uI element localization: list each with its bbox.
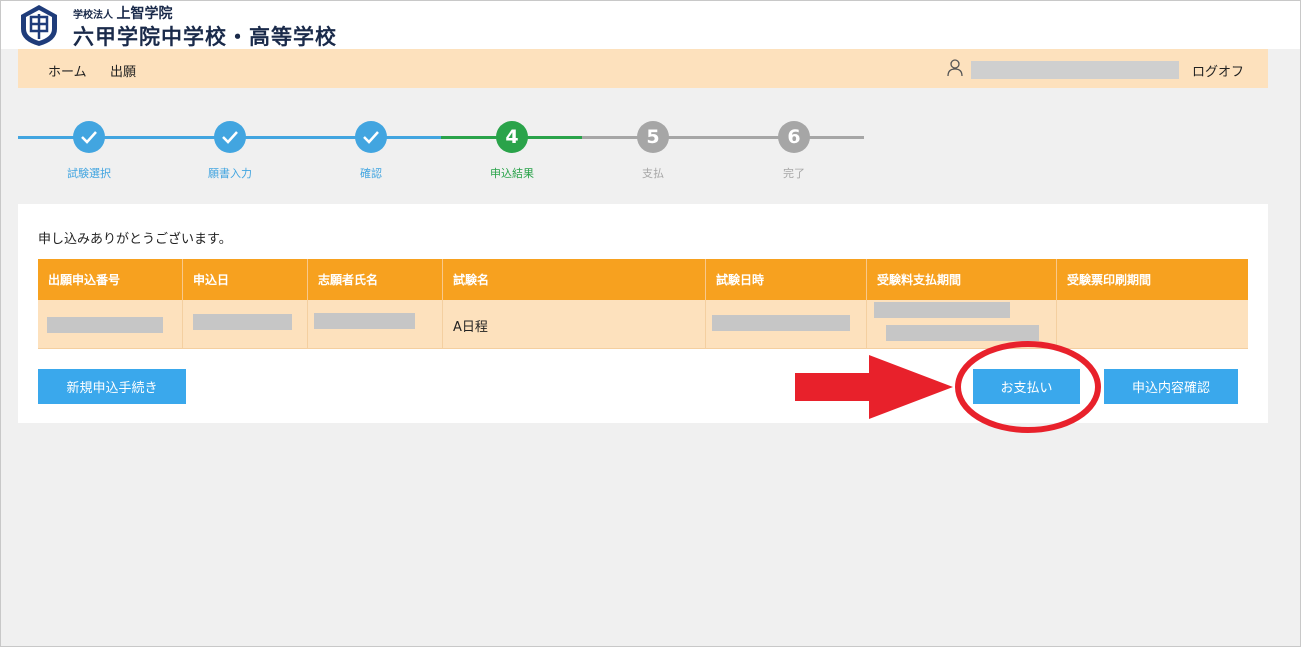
logoff-link[interactable]: ログオフ xyxy=(1192,61,1244,80)
column-header: 試験名 xyxy=(443,259,706,300)
step-4-label: 申込結果 xyxy=(490,167,534,180)
cell-application-date xyxy=(183,300,308,349)
user-name-redacted xyxy=(971,61,1179,79)
site-header: 学校法人 上智学院 六甲学院中学校・高等学校 xyxy=(1,1,1300,49)
step-3-label: 確認 xyxy=(360,167,382,180)
cell-application-number xyxy=(38,300,183,349)
step-6-circle: 6 xyxy=(778,121,810,153)
column-header: 受験票印刷期間 xyxy=(1057,259,1248,300)
redacted-value xyxy=(712,315,850,331)
step-2-label: 願書入力 xyxy=(208,167,252,180)
exam-name-value: A日程 xyxy=(453,320,488,335)
step-5-label: 支払 xyxy=(642,167,664,180)
thanks-message: 申し込みありがとうございます。 xyxy=(38,232,232,247)
column-header: 受験料支払期間 xyxy=(867,259,1057,300)
red-circle-highlight-icon xyxy=(955,341,1101,433)
column-header: 出願申込番号 xyxy=(38,259,183,300)
step-6-label: 完了 xyxy=(783,167,805,180)
nav-application-link[interactable]: 出願 xyxy=(110,61,136,80)
step-5-circle: 5 xyxy=(637,121,669,153)
user-icon xyxy=(947,59,963,77)
redacted-value xyxy=(47,317,163,333)
step-1-check-icon xyxy=(73,121,105,153)
nav-bar: ホーム 出願 ログオフ xyxy=(18,49,1268,88)
redacted-value xyxy=(193,314,292,330)
redacted-value xyxy=(874,302,1010,318)
corporation-name: 学校法人 上智学院 xyxy=(73,6,173,22)
cell-exam-name: A日程 xyxy=(443,300,706,349)
red-arrow-icon xyxy=(795,355,953,419)
step-1-label: 試験選択 xyxy=(67,167,111,180)
cell-exam-datetime xyxy=(706,300,867,349)
school-name: 六甲学院中学校・高等学校 xyxy=(73,25,337,49)
cell-applicant-name xyxy=(308,300,443,349)
step-4-circle: 4 xyxy=(496,121,528,153)
nav-home-link[interactable]: ホーム xyxy=(48,61,87,80)
new-application-button[interactable]: 新規申込手続き xyxy=(38,369,186,404)
column-header: 申込日 xyxy=(183,259,308,300)
redacted-value xyxy=(314,313,415,329)
application-table: 出願申込番号 申込日 志願者氏名 試験名 試験日時 受験料支払期間 受験票印刷期… xyxy=(38,259,1248,349)
column-header: 試験日時 xyxy=(706,259,867,300)
column-header: 志願者氏名 xyxy=(308,259,443,300)
confirm-application-button[interactable]: 申込内容確認 xyxy=(1104,369,1238,404)
school-crest-logo xyxy=(21,5,57,46)
step-2-check-icon xyxy=(214,121,246,153)
step-3-check-icon xyxy=(355,121,387,153)
progress-line-pending xyxy=(582,136,864,139)
